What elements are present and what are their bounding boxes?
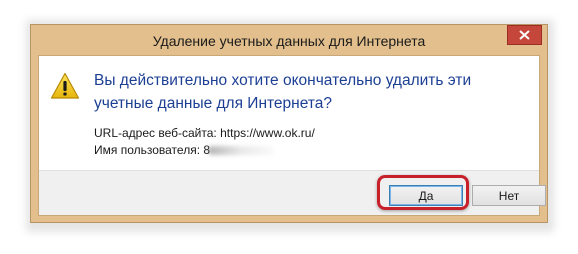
screen: Удаление учетных данных для Интернета Вы… [0,0,578,254]
title-bar[interactable]: Удаление учетных данных для Интернета [31,25,547,55]
window-title: Удаление учетных данных для Интернета [152,33,426,49]
url-row: URL-адрес веб-сайта: https://www.ok.ru/ [94,125,315,142]
dialog-window: Удаление учетных данных для Интернета Вы… [30,24,548,223]
username-row: Имя пользователя: 8 [94,142,315,159]
close-button[interactable] [507,25,542,45]
close-icon [519,30,530,40]
main-instruction: Вы действительно хотите окончательно уда… [94,72,472,112]
username-label: Имя пользователя: [94,143,201,157]
username-redacted [208,146,275,156]
url-value: https://www.ok.ru/ [220,126,315,140]
credential-details: URL-адрес веб-сайта: https://www.ok.ru/ … [94,125,315,159]
dialog-content: Вы действительно хотите окончательно уда… [39,56,539,170]
no-button[interactable]: Нет [472,185,546,206]
yes-button[interactable]: Да [389,185,463,206]
warning-icon [50,72,80,100]
dialog-client-area: Вы действительно хотите окончательно уда… [38,55,546,216]
button-bar: Да Нет [39,170,546,215]
url-label: URL-адрес веб-сайта: [94,126,217,140]
